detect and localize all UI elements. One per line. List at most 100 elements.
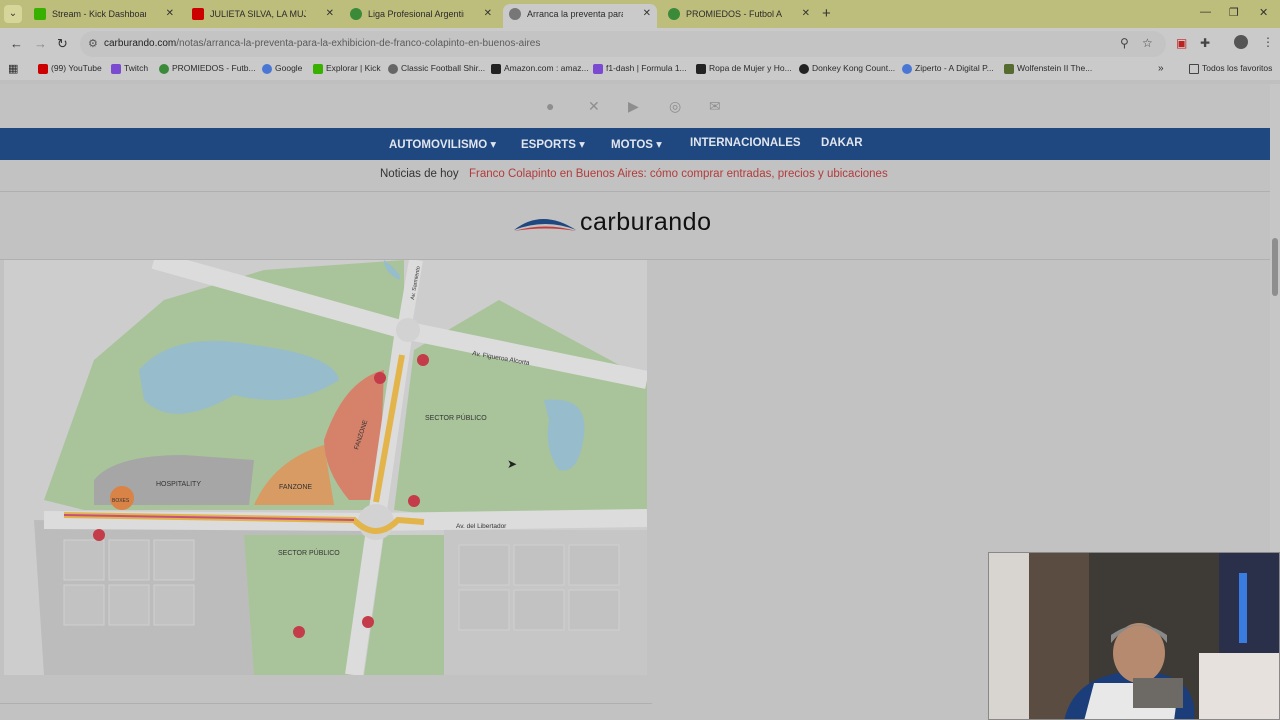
close-icon[interactable]: ✕: [643, 4, 651, 24]
street-label: Av. del Libertador: [456, 523, 507, 530]
url-path: /notas/arranca-la-preventa-para-la-exhib…: [176, 38, 541, 49]
zone-label: SECTOR PÚBLICO: [425, 413, 487, 422]
game-icon: [1004, 64, 1014, 74]
bookmark-star-icon[interactable]: ☆: [1142, 36, 1153, 50]
divider: [0, 191, 1270, 192]
globe-icon: [159, 64, 169, 74]
new-tab-plus-icon[interactable]: +: [822, 5, 831, 22]
kick-icon: [313, 64, 323, 74]
tab-youtube-video[interactable]: JULIETA SILVA, LA MUJER QUE ✕: [186, 4, 340, 28]
forward-icon[interactable]: →: [34, 36, 47, 51]
youtube-icon: [192, 8, 204, 20]
bookmark-item[interactable]: Wolfenstein II The...: [1004, 63, 1092, 74]
divider: [0, 703, 652, 704]
url-text[interactable]: carburando.com/notas/arranca-la-preventa…: [104, 38, 540, 49]
extensions-puzzle-icon[interactable]: ✚: [1200, 36, 1210, 50]
bookmark-item[interactable]: Twitch: [111, 63, 148, 74]
event-map-image: Av. Figueroa Alcorta Av. del Libertador …: [4, 260, 647, 675]
folder-icon: [1189, 64, 1199, 74]
bookmark-label: f1-dash | Formula 1...: [606, 63, 687, 73]
tab-title: Liga Profesional Argentina - PC: [368, 9, 464, 19]
carburando-logo-mark[interactable]: [512, 210, 578, 234]
bookmarks-bar: ▦ (99) YouTube Twitch PROMIEDOS - Futb..…: [0, 60, 1280, 80]
reload-icon[interactable]: ↻: [57, 36, 68, 52]
bookmark-label: PROMIEDOS - Futb...: [172, 63, 256, 73]
twitch-icon: [111, 64, 121, 74]
apps-grid-icon[interactable]: ▦: [8, 62, 18, 75]
x-twitter-icon[interactable]: ✕: [588, 98, 600, 115]
bookmark-item[interactable]: Amazon.com : amaz...: [491, 63, 589, 74]
tab-search-button[interactable]: ⌄: [4, 5, 22, 23]
nav-internacionales[interactable]: INTERNACIONALES: [690, 137, 801, 149]
menu-kebab-icon[interactable]: ⋮: [1262, 35, 1274, 49]
tab-kick-dashboard[interactable]: Stream - Kick Dashboard ✕: [28, 4, 180, 28]
carburando-logo-text[interactable]: carburando: [580, 208, 711, 237]
pdf-extension-icon[interactable]: ▣: [1176, 36, 1187, 50]
minimize-icon[interactable]: —: [1200, 6, 1211, 18]
zone-label: FANZONE: [279, 484, 312, 491]
nav-motos[interactable]: MOTOS ▾: [611, 137, 662, 151]
nav-label: MOTOS: [611, 139, 653, 151]
bookmark-item[interactable]: Google: [262, 63, 302, 74]
globe-icon: [388, 64, 398, 74]
email-icon[interactable]: ✉: [709, 98, 721, 115]
youtube-icon[interactable]: ▶: [628, 98, 639, 115]
tab-title: Stream - Kick Dashboard: [52, 9, 146, 19]
youtube-icon: [38, 64, 48, 74]
globe-icon: [350, 8, 362, 20]
address-bar[interactable]: ⚙ carburando.com/notas/arranca-la-preven…: [80, 31, 1166, 57]
bookmark-item[interactable]: (99) YouTube: [38, 63, 102, 74]
scrollbar-thumb[interactable]: [1272, 238, 1278, 296]
bookmark-item[interactable]: PROMIEDOS - Futb...: [159, 63, 256, 74]
instagram-icon[interactable]: ◎: [669, 98, 681, 115]
bookmark-item[interactable]: Ropa de Mujer y Ho...: [696, 63, 792, 74]
site-info-icon[interactable]: ⚙: [88, 37, 98, 50]
webcam-overlay: [988, 552, 1280, 720]
bookmark-label: Ropa de Mujer y Ho...: [709, 63, 792, 73]
globe-icon: [668, 8, 680, 20]
tab-title: Arranca la preventa para la exh: [527, 9, 623, 19]
bookmark-label: Todos los favoritos: [1202, 63, 1273, 73]
bookmark-item[interactable]: Explorar | Kick: [313, 63, 381, 74]
bookmark-item[interactable]: f1-dash | Formula 1...: [593, 63, 687, 74]
bookmark-label: Classic Football Shir...: [401, 63, 486, 73]
nav-automovilismo[interactable]: AUTOMOVILISMO ▾: [389, 137, 496, 151]
facebook-icon[interactable]: ●: [546, 98, 554, 114]
zoom-icon[interactable]: ⚲: [1120, 36, 1129, 50]
close-icon[interactable]: ✕: [166, 4, 174, 24]
back-icon[interactable]: ←: [10, 36, 23, 51]
nav-esports[interactable]: ESPORTS ▾: [521, 137, 585, 151]
bookmark-item[interactable]: Classic Football Shir...: [388, 63, 486, 74]
bookmark-item[interactable]: Ziperto - A Digital P...: [902, 63, 994, 74]
restore-icon[interactable]: ❐: [1229, 6, 1239, 19]
tab-carburando-active[interactable]: Arranca la preventa para la exh ✕: [503, 4, 657, 28]
close-icon[interactable]: ✕: [484, 4, 492, 24]
f1-dash-icon: [593, 64, 603, 74]
shein-icon: [696, 64, 706, 74]
close-icon[interactable]: ✕: [326, 4, 334, 24]
ticker-headline-link[interactable]: Franco Colapinto en Buenos Aires: cómo c…: [469, 168, 888, 180]
all-favorites-folder[interactable]: Todos los favoritos: [1189, 63, 1273, 74]
window-close-icon[interactable]: ✕: [1259, 6, 1268, 19]
bookmark-label: Donkey Kong Count...: [812, 63, 896, 73]
ziperto-icon: [902, 64, 912, 74]
bookmark-label: Explorar | Kick: [326, 63, 381, 73]
bookmark-label: Amazon.com : amaz...: [504, 63, 589, 73]
tab-promiedos[interactable]: PROMIEDOS - Futbol Argentino ✕: [662, 4, 816, 28]
tab-strip: ⌄ Stream - Kick Dashboard ✕ JULIETA SILV…: [0, 0, 1280, 28]
bookmark-label: Ziperto - A Digital P...: [915, 63, 994, 73]
url-host: carburando.com: [104, 38, 177, 49]
more-bookmarks-icon[interactable]: »: [1158, 63, 1164, 74]
tab-title: PROMIEDOS - Futbol Argentino: [686, 9, 782, 19]
profile-avatar[interactable]: [1234, 35, 1248, 49]
site-navbar: AUTOMOVILISMO ▾ ESPORTS ▾ MOTOS ▾ INTERN…: [0, 128, 1270, 160]
zone-label: BOXES: [112, 498, 130, 504]
amazon-icon: [491, 64, 501, 74]
mouse-cursor-icon: ➤: [507, 457, 518, 471]
close-icon[interactable]: ✕: [802, 4, 810, 24]
globe-icon: [799, 64, 809, 74]
bookmark-item[interactable]: Donkey Kong Count...: [799, 63, 896, 74]
globe-icon: [509, 8, 521, 20]
tab-liga-profesional[interactable]: Liga Profesional Argentina - PC ✕: [344, 4, 498, 28]
nav-dakar[interactable]: DAKAR: [821, 137, 863, 149]
